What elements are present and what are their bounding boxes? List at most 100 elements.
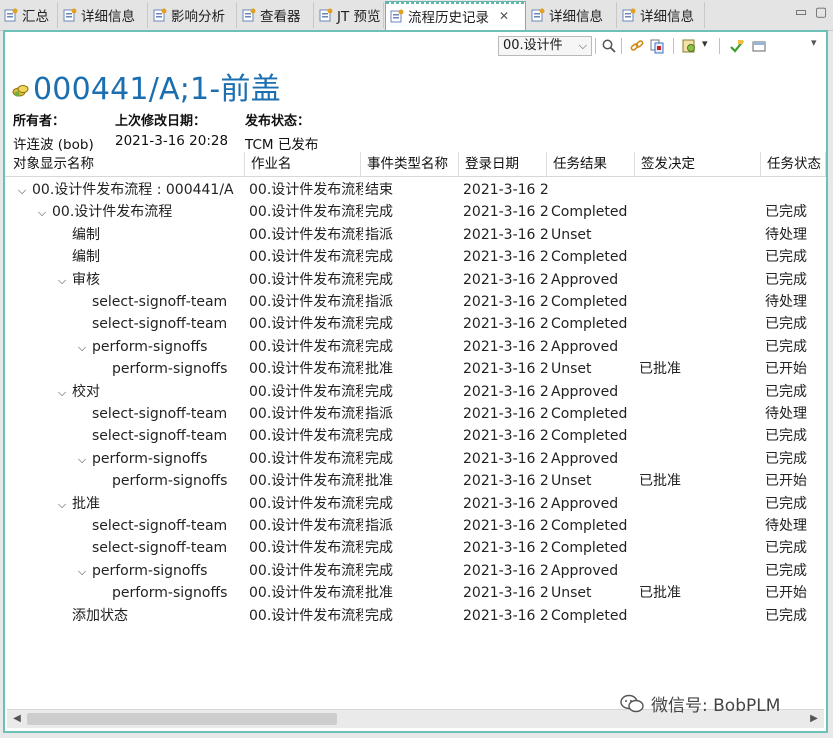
cell-job: 00.设计件发布流程	[249, 182, 363, 198]
tab-2[interactable]: 影响分析	[149, 2, 237, 28]
tab-7[interactable]: 详细信息	[618, 2, 705, 28]
table-row[interactable]: select-signoff-team 00.设计件发布流程 完成 2021-3-16…	[5, 425, 826, 447]
expand-toggle-icon[interactable]: ⌵	[15, 180, 29, 201]
cell-event: 完成	[365, 562, 393, 579]
cell-state: 待处理	[765, 406, 807, 422]
column-header[interactable]: 任务结果	[547, 152, 635, 176]
cell-name: select-signoff-team	[7, 313, 245, 335]
cell-event: 批准	[365, 361, 393, 378]
cell-state: 已完成	[765, 338, 807, 355]
table-row[interactable]: select-signoff-team 00.设计件发布流程 指派 2021-3-16…	[5, 403, 826, 425]
template-dropdown[interactable]: 00.设计件 ⌵	[498, 36, 592, 56]
object-name: perform-signoffs	[112, 361, 228, 378]
tab-6[interactable]: 详细信息	[527, 2, 617, 28]
tab-4[interactable]: JT 预览	[315, 2, 384, 28]
process-history-icon	[390, 9, 404, 23]
toolbar-divider	[673, 38, 674, 54]
cell-job: 00.设计件发布流程	[249, 294, 363, 310]
table-row[interactable]: ⌵ perform-signoffs 00.设计件发布流程 完成 2021-3-16 2…	[5, 336, 826, 358]
cell-date: 2021-3-16 2	[463, 518, 549, 534]
cell-name: ⌵ 校对	[7, 381, 245, 403]
settings-icon[interactable]	[681, 38, 697, 54]
cell-state	[765, 179, 826, 201]
cell-decision	[639, 291, 763, 313]
table-row[interactable]: select-signoff-team 00.设计件发布流程 完成 2021-3-16…	[5, 313, 826, 335]
cell-result: Completed	[551, 316, 628, 333]
cell-decision	[639, 269, 763, 291]
table-row[interactable]: perform-signoffs 00.设计件发布流程 批准 2021-3-16 2U…	[5, 582, 826, 604]
owner-label: 所有者：	[13, 114, 66, 129]
scrollbar-thumb[interactable]	[27, 713, 337, 725]
cell-state: 待处理	[765, 294, 807, 310]
cell-name: perform-signoffs	[7, 582, 245, 604]
tab-1[interactable]: 详细信息	[59, 2, 148, 28]
table-row[interactable]: perform-signoffs 00.设计件发布流程 批准 2021-3-16 2U…	[5, 358, 826, 380]
column-header[interactable]: 签发决定	[635, 152, 761, 176]
table-row[interactable]: ⌵ 审核 00.设计件发布流程 完成 2021-3-16 2 Approved 已完成	[5, 269, 826, 291]
watermark: 微信号: BobPLM	[619, 691, 780, 716]
table-row[interactable]: 编制 00.设计件发布流程 完成 2021-3-16 2 Completed 已完成	[5, 246, 826, 268]
expand-toggle-icon[interactable]: ⌵	[75, 449, 89, 470]
table-row[interactable]: 编制 00.设计件发布流程 指派 2021-3-16 2 Unset 待处理	[5, 224, 826, 246]
cell-name: select-signoff-team	[7, 515, 245, 537]
expand-toggle-icon[interactable]: ⌵	[35, 202, 49, 223]
check-icon[interactable]	[729, 38, 745, 54]
table-row[interactable]: perform-signoffs 00.设计件发布流程 批准 2021-3-16 2U…	[5, 470, 826, 492]
cell-event: 完成	[365, 338, 393, 355]
process-history-table: 对象显示名称 作业名 事件类型名称 登录日期 任务结果 签发决定 任务状态 ⌵ 00.设计件发…	[5, 152, 826, 709]
object-name: perform-signoffs	[92, 562, 208, 579]
tab-label: 详细信息	[81, 9, 135, 25]
table-row[interactable]: select-signoff-team 00.设计件发布流程 指派 2021-3-16…	[5, 515, 826, 537]
cell-state: 已开始	[765, 361, 807, 378]
cell-event: 指派	[365, 226, 393, 243]
tab-0[interactable]: 汇总	[0, 2, 58, 28]
maximize-button[interactable]: ▢	[812, 5, 830, 21]
expand-toggle-icon[interactable]: ⌵	[75, 561, 89, 582]
column-header[interactable]: 事件类型名称	[361, 152, 459, 176]
print-icon[interactable]	[751, 38, 767, 54]
view-menu-icon[interactable]: ▾	[811, 36, 817, 49]
scroll-left-icon[interactable]: ◀	[9, 711, 25, 727]
expand-toggle-icon[interactable]: ⌵	[55, 270, 69, 291]
minimize-button[interactable]: ▭	[792, 5, 810, 21]
table-row[interactable]: ⌵ 00.设计件发布流程 00.设计件发布流程 完成 2021-3-16 2 Comple…	[5, 201, 826, 223]
editor-tab-bar: 汇总 详细信息 影响分析 查看器 JT 预览 流程历史记录 ✕ 详细信息 详细信息	[0, 0, 833, 31]
close-icon[interactable]: ✕	[499, 9, 509, 23]
link-icon[interactable]	[629, 38, 645, 54]
column-header[interactable]: 任务状态	[761, 152, 826, 176]
table-row[interactable]: ⌵ 校对 00.设计件发布流程 完成 2021-3-16 2 Approved 已完成	[5, 381, 826, 403]
table-row[interactable]: 添加状态 00.设计件发布流程 完成 2021-3-16 2 Completed 已完成	[5, 605, 826, 627]
dropdown-arrow-icon[interactable]: ▾	[702, 37, 708, 50]
cell-name: select-signoff-team	[7, 403, 245, 425]
table-row[interactable]: ⌵ perform-signoffs 00.设计件发布流程 完成 2021-3-16 2…	[5, 448, 826, 470]
tab-label: 详细信息	[549, 9, 603, 25]
expand-toggle-icon[interactable]: ⌵	[55, 382, 69, 403]
tab-5[interactable]: 流程历史记录 ✕	[385, 1, 526, 30]
table-row[interactable]: ⌵ 批准 00.设计件发布流程 完成 2021-3-16 2 Approved 已完成	[5, 493, 826, 515]
cell-date: 2021-3-16 2	[463, 226, 549, 243]
scroll-right-icon[interactable]: ▶	[806, 711, 822, 727]
cell-result: Unset	[551, 473, 592, 490]
release-status-label: 发布状态：	[245, 114, 311, 129]
cell-event: 完成	[365, 383, 393, 400]
cell-date: 2021-3-16 2	[463, 182, 549, 198]
table-row[interactable]: select-signoff-team 00.设计件发布流程 指派 2021-3-16…	[5, 291, 826, 313]
expand-toggle-icon[interactable]: ⌵	[75, 337, 89, 358]
table-header: 对象显示名称 作业名 事件类型名称 登录日期 任务结果 签发决定 任务状态	[5, 152, 826, 177]
column-header[interactable]: 对象显示名称	[7, 152, 245, 176]
copy-icon[interactable]	[649, 38, 665, 54]
cell-decision: 已批准	[639, 473, 681, 490]
search-icon[interactable]	[601, 38, 617, 54]
tab-3[interactable]: 查看器	[238, 2, 314, 28]
toolbar-divider	[595, 38, 596, 54]
column-header[interactable]: 登录日期	[459, 152, 547, 176]
table-row[interactable]: ⌵ 00.设计件发布流程 : 000441/A 00.设计件发布流程 结束 2021-3…	[5, 179, 826, 201]
cell-name: perform-signoffs	[7, 470, 245, 492]
expand-toggle-icon[interactable]: ⌵	[55, 494, 69, 515]
summary-icon	[4, 8, 18, 22]
cell-result: Approved	[551, 383, 619, 400]
table-row[interactable]: select-signoff-team 00.设计件发布流程 完成 2021-3-16…	[5, 537, 826, 559]
column-header[interactable]: 作业名	[245, 152, 361, 176]
table-row[interactable]: ⌵ perform-signoffs 00.设计件发布流程 完成 2021-3-16 2…	[5, 560, 826, 582]
cell-decision	[639, 381, 763, 403]
